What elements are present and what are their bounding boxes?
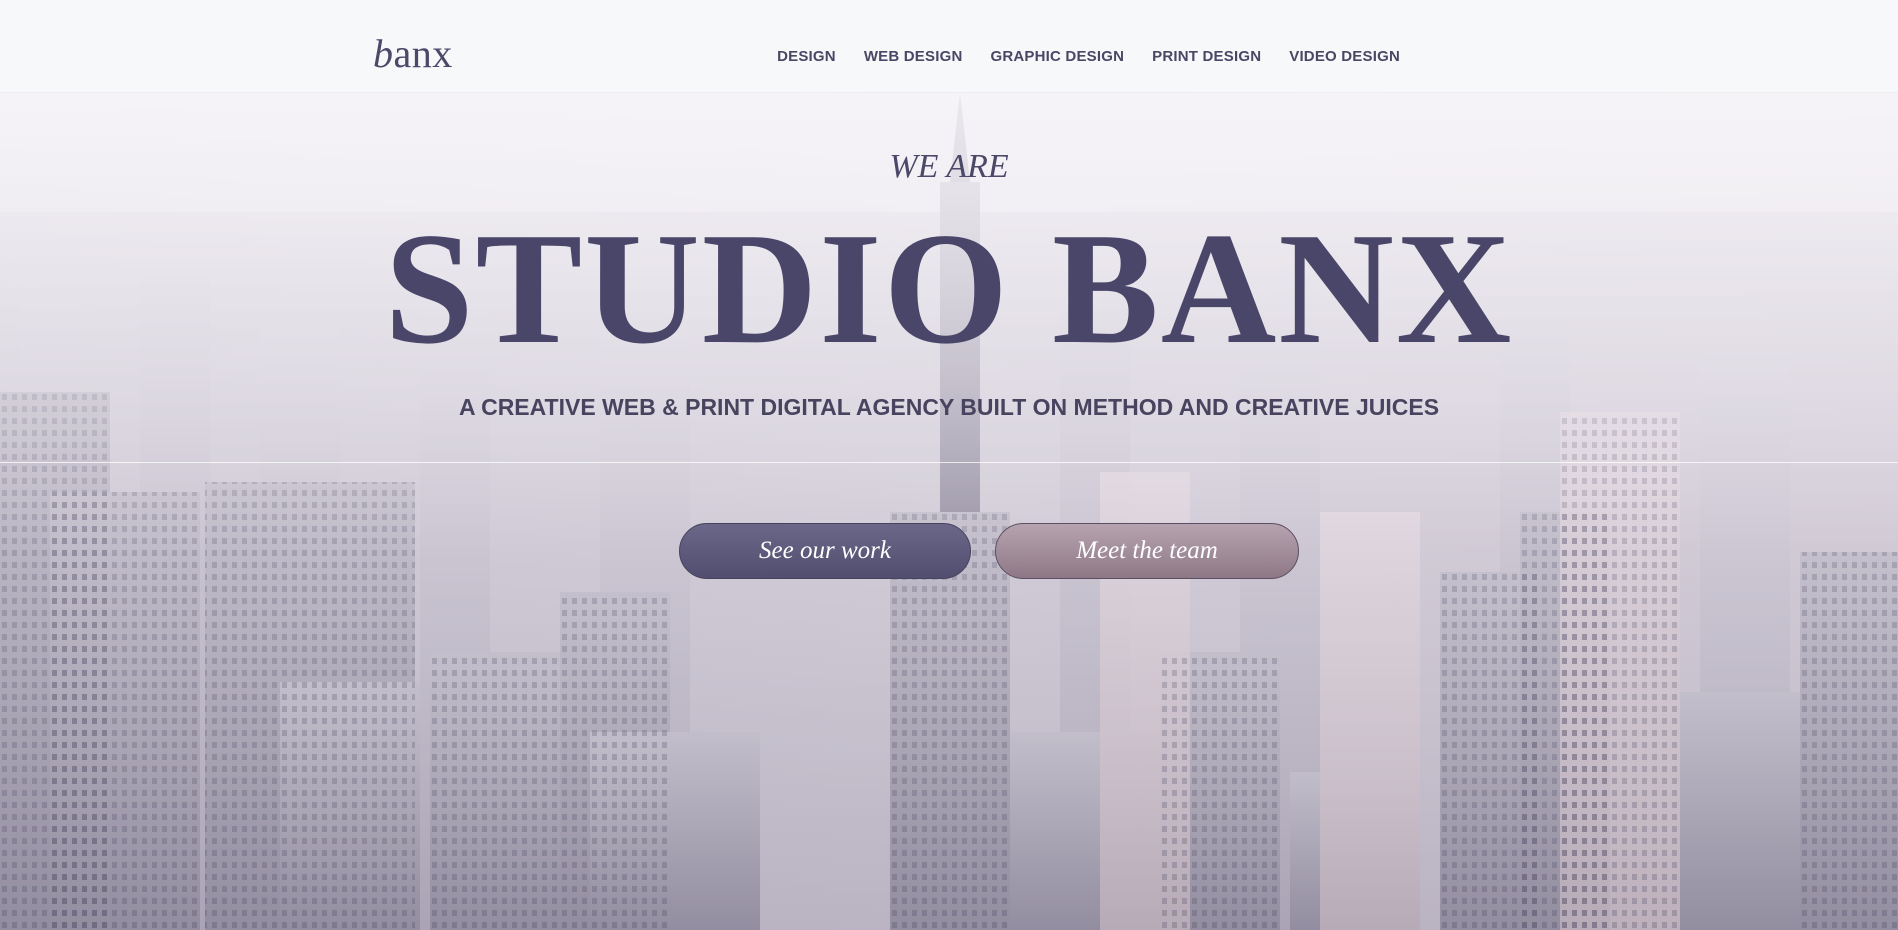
- hero-kicker: WE ARE: [889, 148, 1009, 185]
- hero-tagline: A CREATIVE WEB & PRINT DIGITAL AGENCY BU…: [458, 394, 1440, 420]
- hero-section: WE ARE STUDIO BANX A CREATIVE WEB & PRIN…: [0, 0, 1898, 930]
- nav-graphic-design[interactable]: GRAPHIC DESIGN: [991, 48, 1125, 65]
- nav-video-design[interactable]: VIDEO DESIGN: [1289, 48, 1400, 65]
- hero-divider: [0, 462, 1898, 463]
- logo-initial: b: [373, 31, 394, 76]
- meet-the-team-button[interactable]: Meet the team: [995, 523, 1299, 579]
- site-logo[interactable]: banx: [373, 30, 453, 77]
- nav-design[interactable]: DESIGN: [777, 48, 836, 65]
- site-header: banx DESIGN WEB DESIGN GRAPHIC DESIGN PR…: [0, 0, 1898, 93]
- hero-headline: STUDIO BANX: [384, 199, 1514, 377]
- nav-web-design[interactable]: WEB DESIGN: [864, 48, 963, 65]
- logo-text: anx: [393, 31, 453, 76]
- see-our-work-button[interactable]: See our work: [679, 523, 971, 579]
- nav-print-design[interactable]: PRINT DESIGN: [1152, 48, 1261, 65]
- main-navigation: DESIGN WEB DESIGN GRAPHIC DESIGN PRINT D…: [777, 48, 1400, 65]
